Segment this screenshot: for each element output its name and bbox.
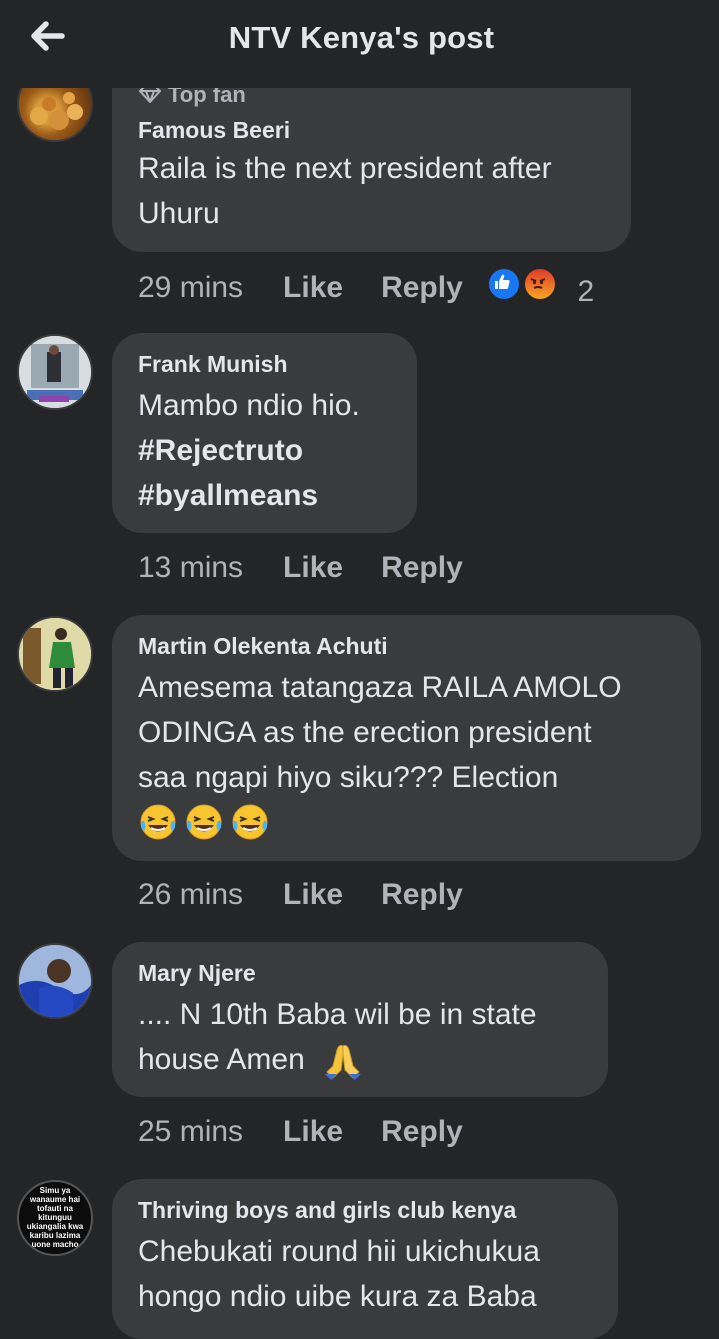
top-app-bar: NTV Kenya's post bbox=[0, 0, 719, 88]
comment-text: Raila is the next president after Uhuru bbox=[138, 146, 605, 236]
comment-text: Chebukati round hii ukichukua hongo ndio… bbox=[138, 1229, 592, 1319]
comment-actions: 29 mins Like Reply 2 bbox=[138, 267, 594, 308]
comment-bubble[interactable]: Martin Olekenta Achuti Amesema tatangaza… bbox=[112, 615, 701, 861]
angry-reaction-icon bbox=[523, 267, 558, 301]
avatar-photo bbox=[19, 336, 91, 408]
like-button[interactable]: Like bbox=[283, 268, 343, 308]
avatar-caption: Simu ya wanaume hai tofauti na kitunguu … bbox=[26, 1186, 84, 1249]
reply-button[interactable]: Reply bbox=[381, 1112, 463, 1152]
comment-line: saa ngapi hiyo siku??? Election bbox=[138, 761, 559, 794]
avatar[interactable] bbox=[17, 616, 93, 692]
comment-author[interactable]: Martin Olekenta Achuti bbox=[138, 631, 675, 661]
folded-hands-emoji-icon bbox=[324, 1044, 361, 1080]
timestamp: 29 mins bbox=[138, 271, 244, 305]
timestamp: 26 mins bbox=[138, 878, 244, 911]
timestamp: 13 mins bbox=[138, 551, 244, 584]
comment-text: .... N 10th Baba wil be in state house A… bbox=[138, 992, 582, 1082]
reply-button[interactable]: Reply bbox=[381, 548, 463, 588]
laughing-tears-emoji-icon bbox=[232, 804, 268, 840]
comment-line: Chebukati round hii ukichukua bbox=[138, 1235, 540, 1268]
comment-bubble[interactable]: Thriving boys and girls club kenya Chebu… bbox=[112, 1179, 618, 1339]
laughing-tears-emoji-icon bbox=[186, 804, 222, 840]
comment-text: Mambo ndio hio. #Rejectruto #byallmeans bbox=[138, 383, 391, 518]
avatar-photo bbox=[19, 945, 91, 1017]
comment-author[interactable]: Mary Njere bbox=[138, 958, 582, 988]
comment-actions: 13 mins Like Reply bbox=[138, 548, 501, 588]
reaction-count: 2 bbox=[577, 275, 595, 308]
comment-line-text: house Amen bbox=[138, 1043, 305, 1076]
like-button[interactable]: Like bbox=[283, 875, 343, 915]
comment-line: house Amen bbox=[138, 1037, 582, 1082]
comment-line: Raila is the next president after bbox=[138, 152, 552, 186]
reaction-summary[interactable]: 2 bbox=[486, 267, 595, 312]
comment-line: .... N 10th Baba wil be in state bbox=[138, 998, 537, 1031]
avatar[interactable]: Simu ya wanaume hai tofauti na kitunguu … bbox=[17, 1180, 93, 1256]
like-reaction-icon bbox=[486, 267, 521, 301]
hashtag-link[interactable]: #byallmeans bbox=[138, 473, 391, 518]
avatar[interactable] bbox=[17, 334, 93, 410]
emoji-row bbox=[138, 802, 675, 842]
comment-line: Uhuru bbox=[138, 197, 220, 231]
comment-bubble[interactable]: Frank Munish Mambo ndio hio. #Rejectruto… bbox=[112, 333, 417, 533]
comment-actions: 25 mins Like Reply bbox=[138, 1112, 501, 1152]
avatar-photo bbox=[19, 618, 91, 690]
reply-button[interactable]: Reply bbox=[381, 268, 463, 308]
comment-line: ODINGA as the erection president bbox=[138, 716, 592, 749]
comment-bubble[interactable]: Top fan Famous Beeri Raila is the next p… bbox=[112, 60, 631, 252]
comment-line: Mambo ndio hio. bbox=[138, 389, 360, 422]
like-button[interactable]: Like bbox=[283, 548, 343, 588]
comment-author[interactable]: Famous Beeri bbox=[138, 115, 605, 145]
diamond-icon bbox=[138, 85, 162, 107]
comment-line: hongo ndio uibe kura za Baba bbox=[138, 1280, 537, 1313]
comment-actions: 26 mins Like Reply bbox=[138, 875, 501, 915]
like-button[interactable]: Like bbox=[283, 1112, 343, 1152]
page-title: NTV Kenya's post bbox=[228, 20, 495, 55]
timestamp: 25 mins bbox=[138, 1115, 244, 1148]
avatar[interactable] bbox=[17, 943, 93, 1019]
comment-author[interactable]: Thriving boys and girls club kenya bbox=[138, 1195, 592, 1225]
comment-text: Amesema tatangaza RAILA AMOLO ODINGA as … bbox=[138, 665, 675, 842]
comment-author[interactable]: Frank Munish bbox=[138, 349, 391, 379]
comment-bubble[interactable]: Mary Njere .... N 10th Baba wil be in st… bbox=[112, 942, 608, 1097]
laughing-tears-emoji-icon bbox=[140, 804, 176, 840]
hashtag-link[interactable]: #Rejectruto bbox=[138, 428, 391, 473]
comment-line: Amesema tatangaza RAILA AMOLO bbox=[138, 671, 622, 704]
reply-button[interactable]: Reply bbox=[381, 875, 463, 915]
